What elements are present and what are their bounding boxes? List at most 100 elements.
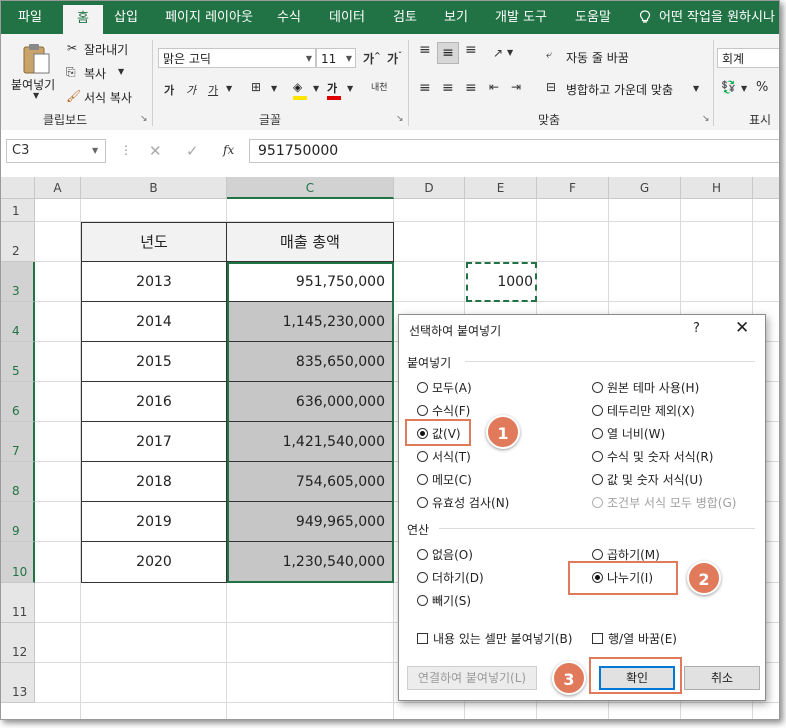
phonetic-icon[interactable]: 내천 — [371, 80, 388, 93]
underline-button[interactable]: 가 — [208, 82, 218, 98]
merge-center-icon[interactable]: ⊟ — [546, 80, 556, 94]
font-launcher-icon[interactable]: ↘ — [396, 114, 404, 124]
paste-theme-radio[interactable]: 원본 테마 사용(H) — [592, 379, 699, 396]
shrink-font-icon[interactable]: 가ˇ — [387, 50, 402, 67]
cancel-button[interactable]: 취소 — [684, 666, 760, 690]
paste-icon[interactable] — [21, 42, 51, 76]
name-box[interactable]: C3 — [6, 139, 106, 163]
e3-cell[interactable]: 1000 — [466, 262, 537, 302]
alignment-launcher-icon[interactable]: ↘ — [702, 114, 710, 124]
orientation-dropdown-icon[interactable]: ▼ — [507, 48, 513, 57]
merge-dropdown-icon[interactable]: ▼ — [693, 84, 699, 93]
tab-data[interactable]: 데이터 — [319, 1, 375, 34]
paste-values-numbers-radio[interactable]: 값 및 숫자 서식(U) — [592, 471, 703, 488]
align-bottom-icon[interactable]: ≡ — [465, 43, 477, 57]
row-header-2[interactable]: 2 — [1, 222, 35, 262]
formula-input[interactable]: 951750000 — [249, 139, 779, 163]
tab-home[interactable]: 홈 — [63, 5, 103, 34]
row-header-11[interactable]: 11 — [1, 583, 35, 623]
tab-insert[interactable]: 삽입 — [105, 1, 147, 34]
align-right-icon[interactable]: ≡ — [465, 80, 477, 96]
accounting-dropdown-icon[interactable]: ▼ — [741, 84, 747, 93]
align-middle-icon[interactable]: ≡ — [437, 42, 459, 64]
borders-icon[interactable]: ⊞ — [251, 80, 261, 94]
align-left-icon[interactable]: ≡ — [419, 80, 431, 96]
row-header-3[interactable]: 3 — [1, 262, 35, 302]
year-cell[interactable]: 2015 — [81, 342, 227, 382]
tab-page-layout[interactable]: 페이지 레이아웃 — [153, 1, 265, 34]
year-cell[interactable]: 2019 — [81, 502, 227, 542]
op-none-radio[interactable]: 없음(O) — [417, 546, 473, 563]
op-subtract-radio[interactable]: 빼기(S) — [417, 592, 471, 609]
format-painter-button[interactable]: 서식 복사 — [84, 89, 132, 106]
align-center-icon[interactable]: ≡ — [442, 80, 454, 96]
paste-all-radio[interactable]: 모두(A) — [417, 379, 472, 396]
tab-review[interactable]: 검토 — [383, 1, 427, 34]
font-color-icon[interactable]: 가 — [327, 80, 341, 100]
column-header-a[interactable]: A — [35, 177, 81, 199]
tab-formulas[interactable]: 수식 — [269, 1, 309, 34]
font-color-dropdown-icon[interactable]: ▼ — [347, 84, 353, 93]
bold-button[interactable]: 가 — [164, 82, 174, 98]
year-cell[interactable]: 2013 — [81, 262, 227, 302]
accounting-format-icon[interactable]: 💱 — [721, 80, 736, 94]
tab-help[interactable]: 도움말 — [565, 1, 621, 34]
tab-developer[interactable]: 개발 도구 — [487, 1, 555, 34]
insert-function-icon[interactable]: fx — [223, 143, 234, 157]
name-box-dropdown-icon[interactable]: ▼ — [92, 146, 98, 155]
column-header-g[interactable]: G — [609, 177, 681, 199]
select-all-corner[interactable] — [1, 177, 35, 199]
row-header-10[interactable]: 10 — [1, 542, 35, 583]
column-header-c[interactable]: C — [227, 177, 394, 199]
cancel-icon[interactable]: ✕ — [149, 142, 162, 160]
copy-dropdown-icon[interactable]: ▼ — [118, 67, 124, 76]
tab-file[interactable]: 파일 — [1, 1, 59, 34]
column-header-f[interactable]: F — [537, 177, 609, 199]
paste-comments-radio[interactable]: 메모(C) — [417, 471, 472, 488]
row-header-4[interactable]: 4 — [1, 302, 35, 342]
fill-color-dropdown-icon[interactable]: ▼ — [313, 84, 319, 93]
copy-button[interactable]: 복사 — [84, 65, 106, 82]
paste-validation-radio[interactable]: 유효성 검사(N) — [417, 494, 509, 511]
merge-center-button[interactable]: 병합하고 가운데 맞춤 — [566, 81, 673, 98]
copy-icon[interactable]: ⎘ — [66, 65, 76, 80]
row-header-6[interactable]: 6 — [1, 382, 35, 422]
cut-icon[interactable]: ✂ — [67, 41, 77, 55]
percent-button[interactable]: % — [756, 80, 768, 95]
column-header-d[interactable]: D — [394, 177, 465, 199]
paste-link-button[interactable]: 연결하여 붙여넣기(L) — [407, 666, 537, 690]
year-cell[interactable]: 2017 — [81, 422, 227, 462]
increase-indent-icon[interactable]: ⇥ — [511, 80, 521, 94]
row-header-5[interactable]: 5 — [1, 342, 35, 382]
orientation-icon[interactable]: ↗ — [493, 46, 503, 60]
row-header-12[interactable]: 12 — [1, 623, 35, 663]
row-header-13[interactable]: 13 — [1, 663, 35, 703]
number-format-combo[interactable]: 회계 — [717, 48, 779, 68]
grow-font-icon[interactable]: 가^ — [363, 50, 381, 67]
font-size-combo[interactable]: 11 ▼ — [316, 48, 356, 68]
row-header-9[interactable]: 9 — [1, 502, 35, 542]
fill-color-icon[interactable]: ◈ — [293, 80, 307, 100]
year-cell[interactable]: 2020 — [81, 542, 227, 583]
row-header-8[interactable]: 8 — [1, 462, 35, 502]
year-cell[interactable]: 2016 — [81, 382, 227, 422]
format-painter-icon[interactable]: 🖌 — [66, 89, 81, 103]
column-header-i[interactable] — [753, 177, 779, 199]
font-name-combo[interactable]: 맑은 고딕 ▼ — [158, 48, 316, 68]
row-header-1[interactable]: 1 — [1, 199, 35, 222]
wrap-text-button[interactable]: 자동 줄 바꿈 — [566, 49, 629, 66]
transpose-checkbox[interactable]: 행/열 바꿈(E) — [592, 630, 677, 647]
borders-dropdown-icon[interactable]: ▼ — [271, 84, 277, 93]
paste-formats-radio[interactable]: 서식(T) — [417, 448, 471, 465]
wrap-text-icon[interactable]: ⤶ — [546, 48, 552, 62]
paste-column-widths-radio[interactable]: 열 너비(W) — [592, 425, 665, 442]
op-add-radio[interactable]: 더하기(D) — [417, 569, 484, 586]
paste-no-borders-radio[interactable]: 테두리만 제외(X) — [592, 402, 695, 419]
column-header-h[interactable]: H — [681, 177, 753, 199]
tab-view[interactable]: 보기 — [435, 1, 477, 34]
paste-dropdown-icon[interactable]: ▼ — [33, 91, 39, 100]
enter-icon[interactable]: ✓ — [186, 142, 199, 160]
column-header-e[interactable]: E — [465, 177, 537, 199]
row-header-7[interactable]: 7 — [1, 422, 35, 462]
year-cell[interactable]: 2018 — [81, 462, 227, 502]
